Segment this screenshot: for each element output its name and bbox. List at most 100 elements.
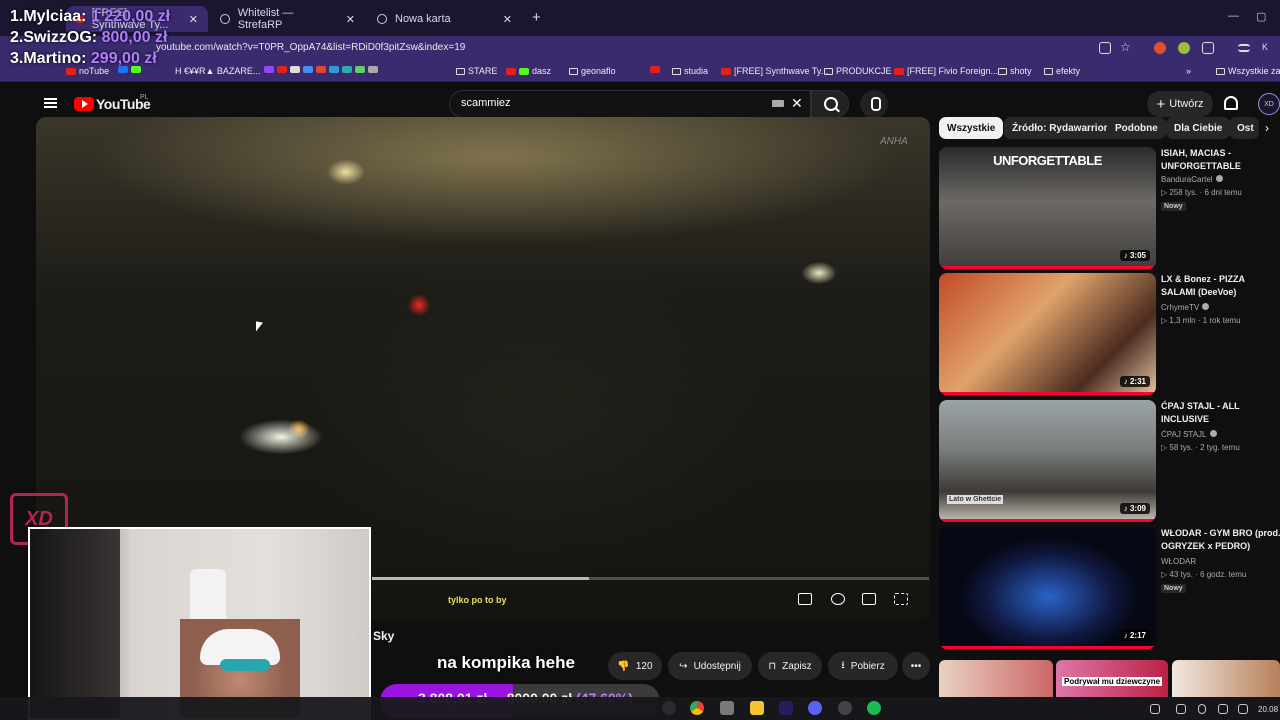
bookmark-bazare[interactable]: H €¥¥R▲ BAZARE...: [175, 66, 260, 76]
premiere-icon[interactable]: [779, 701, 793, 715]
video-title: Sky: [373, 629, 395, 643]
url-field[interactable]: youtube.com/watch?v=T0PR_OppA74&list=RDi…: [156, 42, 465, 53]
bookmark-stare[interactable]: STARE: [456, 66, 497, 76]
bookmark-fivio[interactable]: [FREE] Fivio Foreign...: [894, 66, 998, 76]
extension-icon[interactable]: [1178, 42, 1190, 54]
bookmark-dasz[interactable]: dasz: [506, 66, 551, 76]
menu-icon[interactable]: [44, 98, 57, 108]
bookmark-all[interactable]: Wszystkie zak: [1216, 66, 1280, 76]
tray-icon[interactable]: [1150, 704, 1160, 714]
duration-badge: ♪ 3:05: [1119, 250, 1150, 261]
youtube-logo-icon[interactable]: [74, 97, 94, 111]
chip-for-you[interactable]: Dla Ciebie: [1166, 117, 1231, 139]
video-title[interactable]: LX & Bonez - PIZZA SALAMI (DeeVoe): [1161, 273, 1280, 299]
bookmark-geonaflo[interactable]: geonaflo: [569, 66, 616, 76]
windows-taskbar: [0, 697, 1280, 720]
channel-name[interactable]: WŁODAR: [1161, 557, 1196, 566]
bookmark-icons-2[interactable]: [264, 66, 378, 73]
account-avatar[interactable]: XD: [1258, 93, 1280, 115]
video-thumbnail[interactable]: Lato w Ghettcie ♪ 3:09: [939, 400, 1156, 522]
maximize-icon[interactable]: ▢: [1256, 10, 1266, 23]
search-value[interactable]: scammiez: [461, 97, 511, 109]
keyboard-icon[interactable]: [772, 100, 784, 107]
tab-whitelist[interactable]: Whitelist — StrefaRP ✕: [210, 6, 365, 32]
video-title[interactable]: WŁODAR - GYM BRO (prod. OGRYZEK x PEDRO): [1161, 527, 1280, 553]
video-thumbnail[interactable]: ♪ 2:17: [939, 527, 1156, 649]
more-actions-button[interactable]: •••: [902, 652, 930, 680]
theater-mode-icon[interactable]: [862, 593, 876, 605]
video-title[interactable]: ĆPAJ STAJL - ALL INCLUSIVE: [1161, 400, 1280, 426]
webcam-feed: [28, 527, 371, 720]
new-badge: Nowy: [1161, 584, 1186, 593]
close-icon[interactable]: ✕: [189, 13, 198, 26]
search-button[interactable]: [811, 90, 849, 118]
progress-bar[interactable]: [372, 577, 929, 580]
chip-related[interactable]: Podobne: [1107, 117, 1166, 139]
discord-icon[interactable]: [808, 701, 822, 715]
obs-icon[interactable]: [838, 701, 852, 715]
chrome-icon[interactable]: [690, 701, 704, 715]
captions-icon[interactable]: [798, 593, 812, 605]
chip-all[interactable]: Wszystkie: [939, 117, 1004, 139]
leaderboard-entry: 2.SwizzOG: 800,00 zł: [10, 29, 168, 46]
save-button[interactable]: ⊓ Zapisz: [758, 652, 822, 680]
minimize-icon[interactable]: —: [1228, 10, 1239, 22]
chip-recent[interactable]: Ost: [1229, 117, 1259, 139]
app-icon[interactable]: [662, 701, 676, 715]
clock[interactable]: 20.08: [1258, 705, 1278, 714]
thumbnail-text: Lato w Ghettcie: [947, 495, 1004, 504]
video-meta: ▷ 58 tys. · 2 tyg. temu: [1161, 443, 1240, 452]
app-icon: [329, 66, 339, 73]
tray-icon[interactable]: [1176, 704, 1186, 714]
download-button[interactable]: ⭳ Pobierz: [828, 652, 898, 680]
create-button[interactable]: + Utwórz: [1147, 91, 1213, 117]
close-icon[interactable]: ✕: [503, 13, 512, 26]
bookmark-shoty[interactable]: shoty: [998, 66, 1032, 76]
spotify-icon[interactable]: [867, 701, 881, 715]
recommended-video[interactable]: ♪ 2:17 WŁODAR - GYM BRO (prod. OGRYZEK x…: [939, 527, 1280, 649]
profile-icon[interactable]: K: [1262, 42, 1274, 54]
channel-name[interactable]: ĆPAJ STAJL: [1161, 430, 1217, 439]
star-icon[interactable]: ☆: [1120, 40, 1132, 54]
media-icon[interactable]: [1238, 44, 1250, 52]
microphone-icon[interactable]: [1198, 704, 1206, 714]
app-icon[interactable]: [720, 701, 734, 715]
fullscreen-icon[interactable]: [894, 593, 908, 605]
chip-source[interactable]: Źródło: Rydawarrior: [1004, 117, 1116, 139]
puzzle-icon[interactable]: [1202, 42, 1214, 54]
recommended-video[interactable]: ♪ 2:31 LX & Bonez - PIZZA SALAMI (DeeVoe…: [939, 273, 1280, 395]
chevron-right-icon[interactable]: »: [1186, 66, 1191, 76]
bookmark-synthwave[interactable]: [FREE] Synthwave Ty...: [721, 66, 828, 76]
network-icon[interactable]: [1218, 704, 1228, 714]
bookmark-yt[interactable]: [650, 66, 660, 73]
volume-icon[interactable]: [1238, 704, 1248, 714]
recommended-video[interactable]: Lato w Ghettcie ♪ 3:09 ĆPAJ STAJL - ALL …: [939, 400, 1280, 522]
bookmark-efekty[interactable]: efekty: [1044, 66, 1080, 76]
bookmark-studia[interactable]: studia: [672, 66, 708, 76]
video-thumbnail[interactable]: Podrywał mu dziewczyne: [1056, 660, 1168, 697]
youtube-icon: [506, 67, 516, 75]
file-explorer-icon[interactable]: [750, 701, 764, 715]
close-icon[interactable]: ✕: [346, 13, 355, 26]
recommended-video[interactable]: UNFORGETTABLE ♪ 3:05 ISIAH, MACIAS - UNF…: [939, 147, 1280, 269]
dislike-button[interactable]: 👎 120: [608, 652, 662, 680]
extension-icon[interactable]: [1154, 42, 1166, 54]
video-thumbnail[interactable]: ♪ 2:31: [939, 273, 1156, 395]
chevron-right-icon[interactable]: ›: [1265, 121, 1269, 135]
share-button[interactable]: ↪ Udostępnij: [668, 652, 752, 680]
new-tab-button[interactable]: +: [532, 9, 541, 26]
install-icon[interactable]: [1099, 42, 1111, 54]
microphone-icon[interactable]: [860, 90, 888, 118]
channel-name[interactable]: CrhymeTV: [1161, 303, 1210, 312]
notifications-bell-icon[interactable]: [1224, 96, 1238, 110]
settings-gear-icon[interactable]: [831, 593, 845, 605]
video-thumbnail[interactable]: [1172, 660, 1280, 697]
tab-new[interactable]: Nowa karta ✕: [367, 6, 522, 32]
video-thumbnail[interactable]: [939, 660, 1053, 697]
video-title[interactable]: ISIAH, MACIAS - UNFORGETTABLE: [1161, 147, 1280, 173]
bookmark-produkcje[interactable]: PRODUKCJE: [824, 66, 892, 76]
app-icon: [342, 66, 352, 73]
clear-search-icon[interactable]: ✕: [791, 95, 803, 112]
channel-name[interactable]: BanduraCartel: [1161, 175, 1223, 184]
video-thumbnail[interactable]: UNFORGETTABLE ♪ 3:05: [939, 147, 1156, 269]
